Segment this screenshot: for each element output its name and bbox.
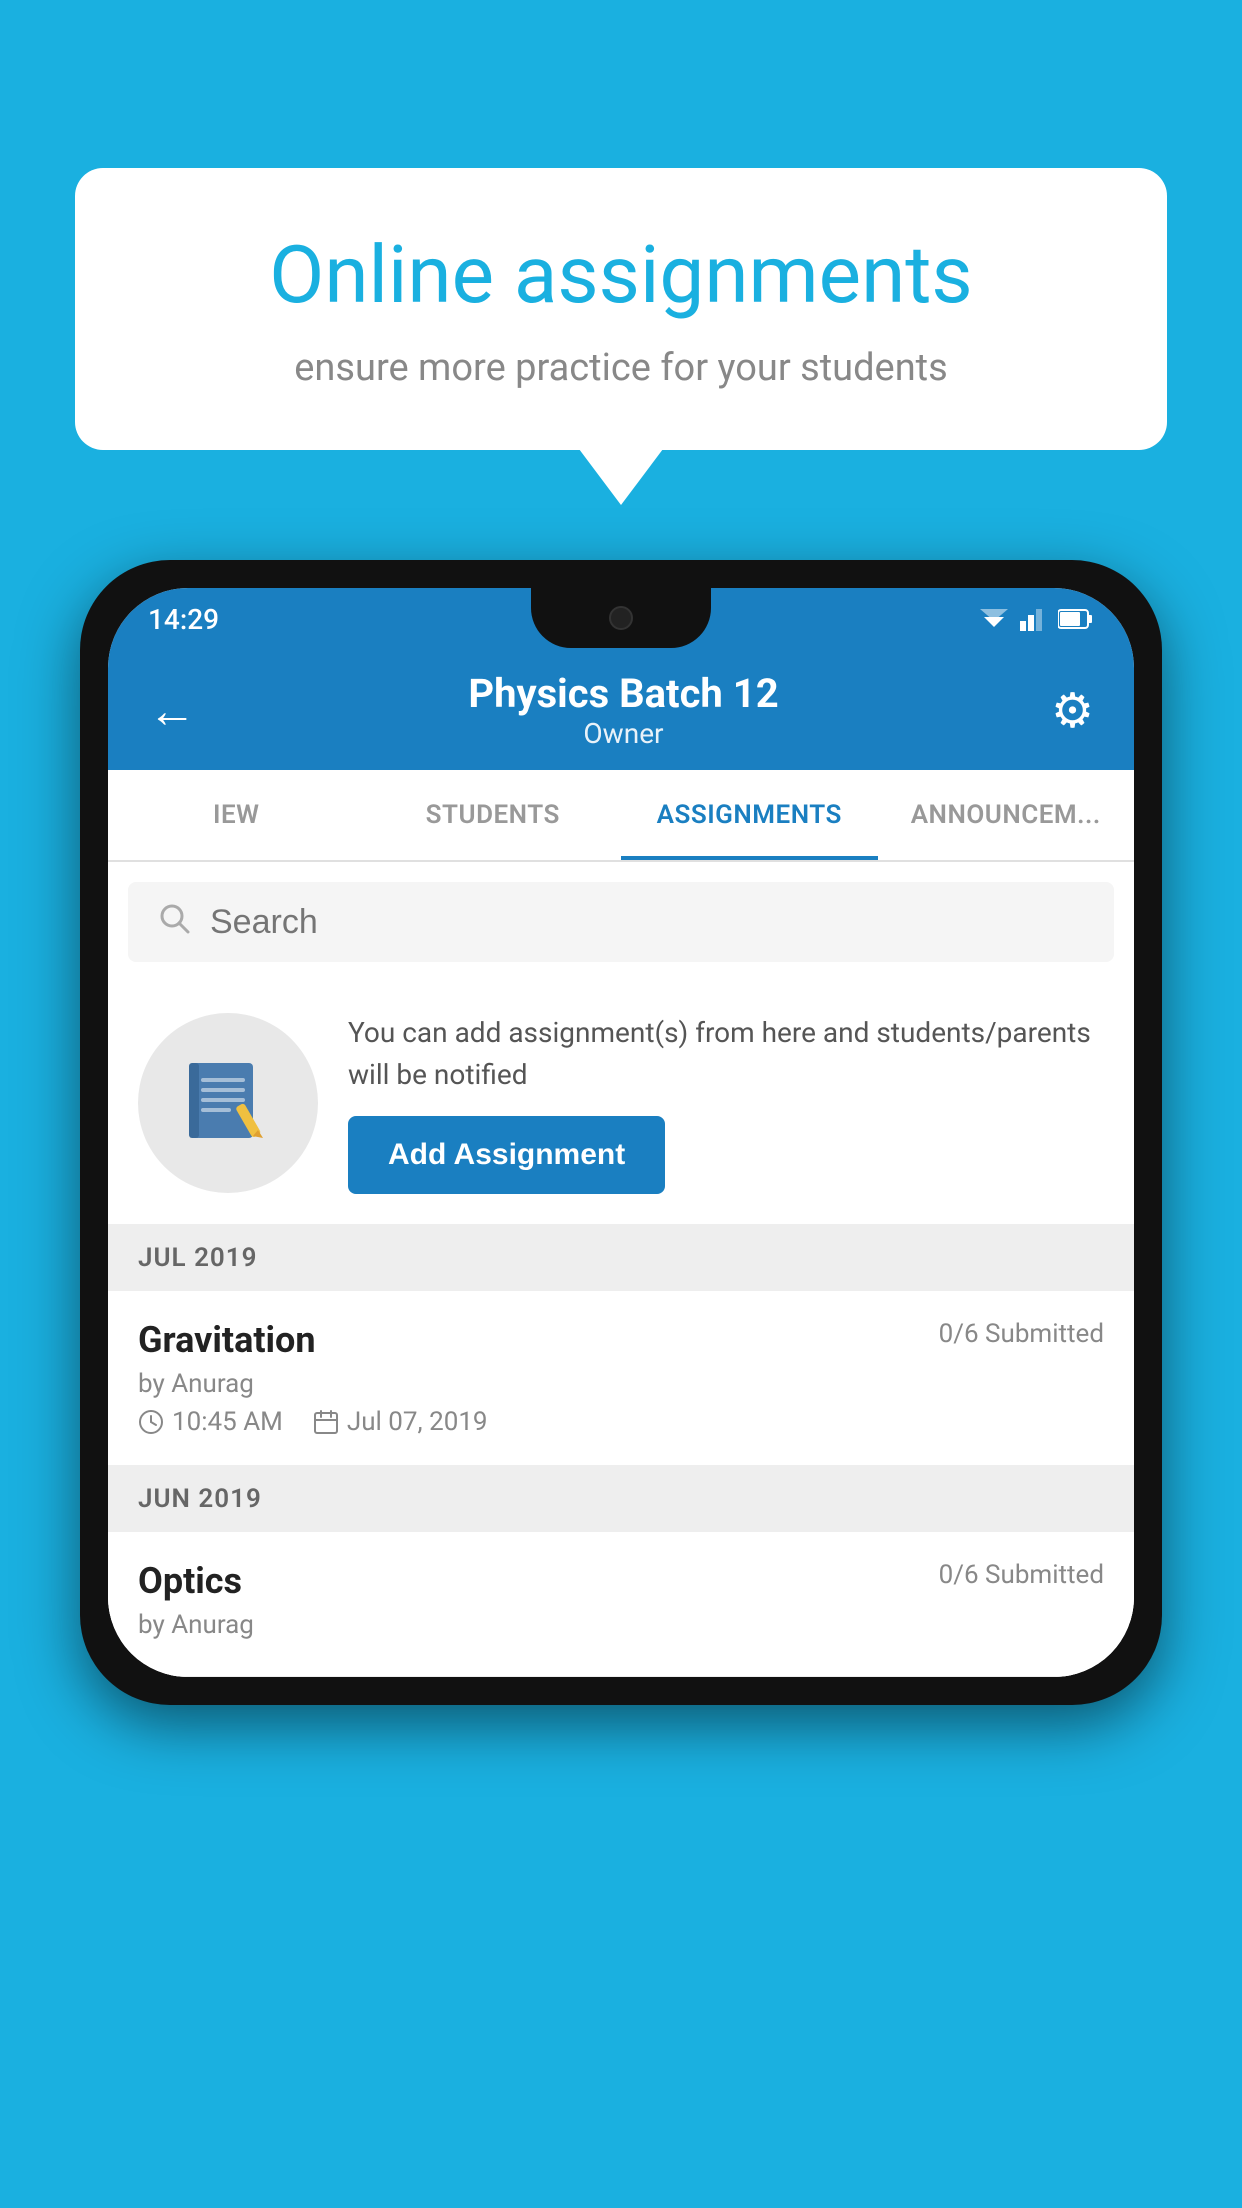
battery-icon	[1058, 607, 1094, 631]
tab-announcements[interactable]: ANNOUNCEM...	[878, 770, 1135, 860]
assignment-name-gravitation: Gravitation	[138, 1319, 316, 1361]
assignment-item-gravitation[interactable]: Gravitation 0/6 Submitted by Anurag 10:4…	[108, 1291, 1134, 1466]
assignment-submitted-gravitation: 0/6 Submitted	[939, 1319, 1104, 1349]
notch	[531, 588, 711, 648]
speech-bubble: Online assignments ensure more practice …	[75, 168, 1167, 450]
status-time: 14:29	[148, 603, 219, 636]
status-icons	[978, 607, 1094, 631]
phone-container: 14:29	[80, 560, 1162, 1705]
month-header-jul: JUL 2019	[108, 1225, 1134, 1291]
status-bar: 14:29	[108, 588, 1134, 650]
add-assignment-button[interactable]: Add Assignment	[348, 1116, 665, 1194]
add-assignment-description: You can add assignment(s) from here and …	[348, 1012, 1104, 1096]
assignment-time-gravitation: 10:45 AM	[138, 1407, 283, 1437]
search-input[interactable]	[210, 903, 1084, 942]
add-assignment-section: You can add assignment(s) from here and …	[108, 982, 1134, 1225]
assignment-author-gravitation: by Anurag	[138, 1369, 1104, 1399]
search-svg	[158, 902, 190, 934]
tab-students[interactable]: STUDENTS	[365, 770, 622, 860]
app-bar-title-section: Physics Batch 12 Owner	[196, 670, 1051, 750]
assignment-meta-gravitation: 10:45 AM Jul 07, 2019	[138, 1407, 1104, 1437]
notch-camera	[609, 606, 633, 630]
add-assignment-info: You can add assignment(s) from here and …	[348, 1012, 1104, 1194]
batch-title: Physics Batch 12	[196, 670, 1051, 717]
speech-bubble-subtitle: ensure more practice for your students	[155, 346, 1087, 390]
settings-icon[interactable]: ⚙	[1051, 682, 1094, 739]
wifi-icon	[978, 607, 1010, 631]
search-bar[interactable]	[128, 882, 1114, 962]
assignment-item-optics[interactable]: Optics 0/6 Submitted by Anurag	[108, 1532, 1134, 1677]
assignment-author-optics: by Anurag	[138, 1610, 1104, 1640]
signal-icon	[1020, 607, 1048, 631]
tabs: IEW STUDENTS ASSIGNMENTS ANNOUNCEM...	[108, 770, 1134, 862]
back-button[interactable]: ←	[148, 682, 196, 739]
assignment-row1-optics: Optics 0/6 Submitted	[138, 1560, 1104, 1602]
assignment-date-gravitation: Jul 07, 2019	[313, 1407, 488, 1437]
tab-assignments[interactable]: ASSIGNMENTS	[621, 770, 878, 860]
search-icon	[158, 901, 190, 943]
calendar-icon	[313, 1409, 339, 1435]
month-header-jun: JUN 2019	[108, 1466, 1134, 1532]
owner-label: Owner	[196, 717, 1051, 750]
speech-bubble-title: Online assignments	[155, 228, 1087, 322]
tab-iew[interactable]: IEW	[108, 770, 365, 860]
notebook-icon	[183, 1058, 273, 1148]
phone: 14:29	[80, 560, 1162, 1705]
content: You can add assignment(s) from here and …	[108, 882, 1134, 1677]
assignment-submitted-optics: 0/6 Submitted	[939, 1560, 1104, 1590]
assignment-name-optics: Optics	[138, 1560, 242, 1602]
app-bar: ← Physics Batch 12 Owner ⚙	[108, 650, 1134, 770]
phone-screen: 14:29	[108, 588, 1134, 1677]
assignment-row1: Gravitation 0/6 Submitted	[138, 1319, 1104, 1361]
assignment-icon-circle	[138, 1013, 318, 1193]
speech-bubble-container: Online assignments ensure more practice …	[75, 168, 1167, 450]
clock-icon	[138, 1409, 164, 1435]
